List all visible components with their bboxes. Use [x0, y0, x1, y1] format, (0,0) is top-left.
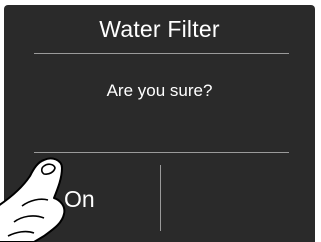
- on-button-label: On: [64, 186, 95, 212]
- dialog-screen: Water Filter Are you sure? On: [4, 5, 315, 242]
- on-button[interactable]: On: [4, 154, 160, 242]
- confirm-message: Are you sure?: [106, 81, 213, 100]
- dialog-title: Water Filter: [99, 16, 220, 42]
- second-button[interactable]: [161, 154, 315, 242]
- title-divider: [34, 53, 289, 54]
- buttons-divider: [34, 152, 289, 153]
